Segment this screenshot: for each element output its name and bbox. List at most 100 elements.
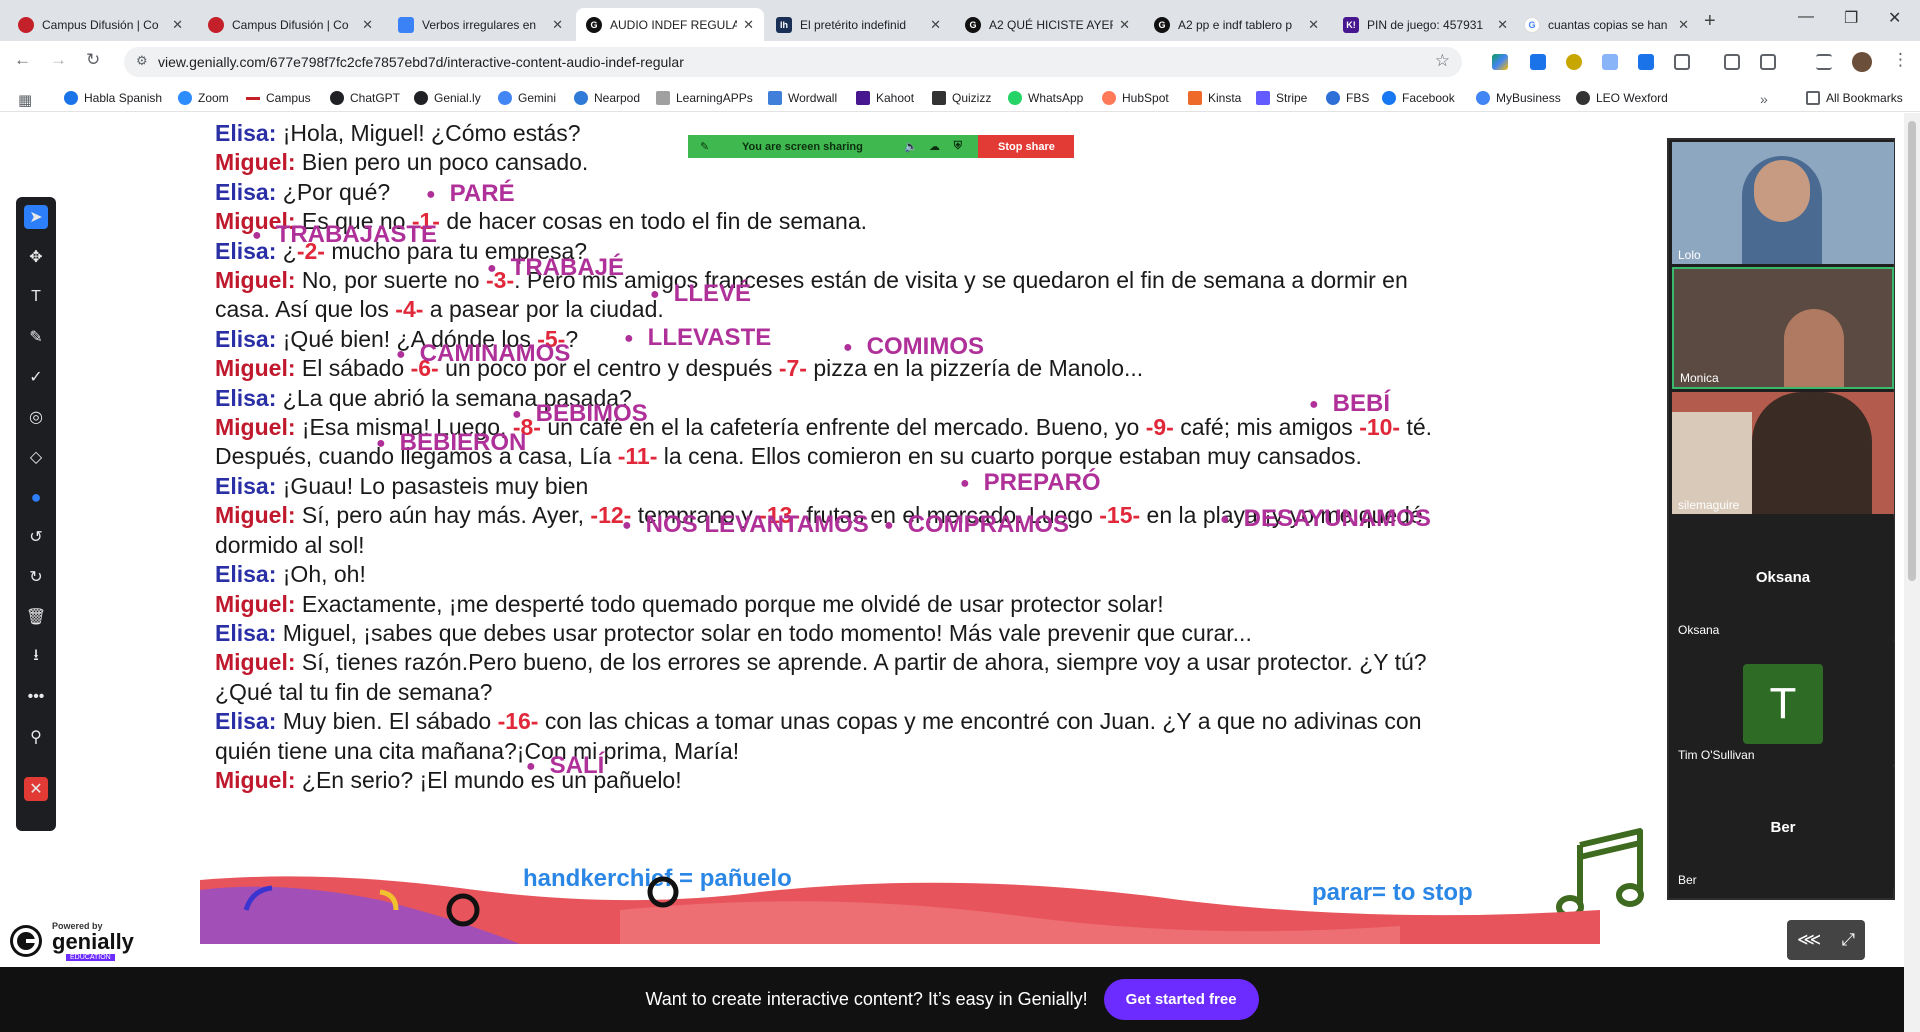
verb-chip-llevaste[interactable]: ● LLEVASTE [624, 324, 771, 352]
bookmark-chatgpt[interactable]: ChatGPT [330, 91, 400, 105]
get-started-button[interactable]: Get started free [1103, 979, 1259, 1020]
profile-avatar[interactable] [1852, 52, 1872, 72]
participant-tile[interactable]: Lolo [1672, 142, 1894, 264]
close-tab-icon[interactable]: ✕ [172, 17, 183, 33]
all-bookmarks[interactable]: All Bookmarks [1806, 91, 1903, 105]
verb-chip-lleve[interactable]: ● LLEVÉ [650, 280, 751, 308]
redo-icon[interactable]: ↻ [24, 565, 48, 589]
select-arrow-icon[interactable]: ➤ [24, 205, 48, 229]
verb-chip-comimos[interactable]: ● COMIMOS [843, 333, 984, 361]
browser-tab[interactable]: G cuantas copias se han ✕ [1514, 8, 1699, 41]
chrome-menu-icon[interactable]: ⋮ [1892, 50, 1909, 70]
verb-chip-bebi[interactable]: ● BEBÍ [1309, 390, 1390, 418]
color-picker-icon[interactable]: ● [24, 485, 48, 509]
delete-icon[interactable] [1724, 54, 1740, 70]
fullscreen-icon[interactable]: ⤢ [1841, 930, 1855, 950]
extension-icon[interactable] [1638, 54, 1654, 70]
bookmark-campus[interactable]: Campus [246, 91, 311, 105]
genially-logo[interactable]: Powered by genially EDUCATION [8, 921, 134, 961]
cast-icon[interactable] [1760, 54, 1776, 70]
bookmark-learningapps[interactable]: LearningAPPs [656, 91, 753, 105]
bookmark-wordwall[interactable]: Wordwall [768, 91, 837, 105]
shield-icon[interactable]: ⛨ [954, 140, 962, 153]
close-tab-icon[interactable]: ✕ [362, 17, 373, 33]
more-icon[interactable]: ••• [24, 685, 48, 709]
eraser-icon[interactable]: ◇ [24, 445, 48, 469]
blank-number[interactable]: -9- [1146, 414, 1174, 440]
move-icon[interactable]: ✥ [24, 245, 48, 269]
verb-chip-sali[interactable]: ● SALÍ [526, 752, 604, 780]
extension-icon[interactable] [1530, 54, 1546, 70]
close-tab-icon[interactable]: ✕ [743, 17, 754, 33]
extension-icon[interactable] [1566, 54, 1582, 70]
close-tab-icon[interactable]: ✕ [1308, 17, 1319, 33]
back-icon[interactable]: ← [14, 50, 31, 70]
verb-chip-trabaje[interactable]: ● TRABAJÉ [487, 254, 624, 282]
participant-tile[interactable]: Ber Ber [1672, 767, 1894, 889]
close-tab-icon[interactable]: ✕ [1678, 17, 1689, 33]
verb-chip-preparo[interactable]: ● PREPARÓ [960, 469, 1101, 497]
verb-chip-compramos[interactable]: ● COMPRAMOS [884, 511, 1069, 539]
bookmark-kahoot[interactable]: Kahoot [856, 91, 914, 105]
close-window-icon[interactable]: ✕ [1888, 8, 1901, 28]
verb-chip-caminamos[interactable]: ● CAMINAMOS [396, 340, 570, 368]
pin-icon[interactable]: ✎ [700, 140, 709, 153]
bookmark-zoom[interactable]: Zoom [178, 91, 229, 105]
text-tool-icon[interactable]: T [24, 285, 48, 309]
reload-icon[interactable]: ↻ [86, 50, 100, 70]
forward-icon[interactable]: → [50, 50, 67, 70]
scrollbar-thumb[interactable] [1908, 121, 1916, 581]
restore-icon[interactable]: ❐ [1844, 8, 1858, 28]
verb-chip-bebimos[interactable]: ● BEBIMOS [512, 400, 648, 428]
verb-chip-trabajaste[interactable]: ● TRABAJASTE [252, 221, 437, 249]
share-icon[interactable]: ⋘ [1797, 930, 1821, 950]
bookmark-gemini[interactable]: Gemini [498, 91, 556, 105]
browser-tab[interactable]: G A2 QUÉ HICISTE AYER ✕ [955, 8, 1140, 41]
download-icon[interactable]: ⭳ [24, 645, 48, 669]
browser-tab[interactable]: Campus Difusión | Co ✕ [198, 8, 383, 41]
stop-share-button[interactable]: Stop share [978, 135, 1074, 158]
close-tab-icon[interactable]: ✕ [930, 17, 941, 33]
browser-tab[interactable]: Verbos irregulares en ✕ [388, 8, 573, 41]
bookmark-quizizz[interactable]: Quizizz [932, 91, 991, 105]
verb-chip-desayunamos[interactable]: ● DESAYUNAMOS [1220, 505, 1431, 533]
blank-number[interactable]: -11- [618, 443, 658, 469]
participant-annotation-icon[interactable]: ⚲ [24, 725, 48, 749]
participant-tile-active-speaker[interactable]: Monica [1672, 267, 1894, 389]
close-toolbar-icon[interactable]: ✕ [24, 777, 48, 801]
site-info-icon[interactable]: ⚙ [136, 53, 148, 69]
pen-icon[interactable]: ✎ [24, 325, 48, 349]
participant-tile[interactable]: Oksana Oksana [1672, 517, 1894, 639]
bookmark-facebook[interactable]: Facebook [1382, 91, 1455, 105]
blank-number[interactable]: -15- [1099, 502, 1140, 528]
bookmark-leo-wexford[interactable]: LEO Wexford [1576, 91, 1668, 105]
verb-chip-nos-levantamos[interactable]: ● NOS LEVANTAMOS [622, 511, 869, 539]
browser-tab-active[interactable]: G AUDIO INDEF REGULA ✕ [576, 8, 764, 41]
browser-tab[interactable]: lh El pretérito indefinid ✕ [766, 8, 951, 41]
close-tab-icon[interactable]: ✕ [1497, 17, 1508, 33]
bookmark-whatsapp[interactable]: WhatsApp [1008, 91, 1083, 105]
audio-icon[interactable]: 🔈 [904, 140, 918, 153]
bookmark-stripe[interactable]: Stripe [1256, 91, 1307, 105]
close-tab-icon[interactable]: ✕ [1119, 17, 1130, 33]
page-scrollbar[interactable] [1904, 113, 1920, 1032]
bookmark-kinsta[interactable]: Kinsta [1188, 91, 1241, 105]
browser-tab[interactable]: K! PIN de juego: 457931 ✕ [1333, 8, 1518, 41]
spotlight-icon[interactable]: ◎ [24, 405, 48, 429]
cloud-icon[interactable]: ☁ [929, 140, 940, 153]
participant-tile[interactable]: T Tim O'Sullivan [1672, 642, 1894, 764]
bookmark-nearpod[interactable]: Nearpod [574, 91, 640, 105]
extensions-puzzle-icon[interactable] [1674, 54, 1690, 70]
browser-tab[interactable]: Campus Difusión | Co ✕ [8, 8, 193, 41]
minimize-icon[interactable]: — [1798, 8, 1814, 26]
extension-icon[interactable] [1602, 54, 1618, 70]
trash-icon[interactable]: 🗑 [24, 605, 48, 629]
new-tab-icon[interactable]: + [1704, 10, 1716, 33]
participant-tile[interactable]: silemaguire [1672, 392, 1894, 514]
blank-number[interactable]: -4- [395, 296, 423, 322]
bookmark-hubspot[interactable]: HubSpot [1102, 91, 1169, 105]
close-tab-icon[interactable]: ✕ [552, 17, 563, 33]
bookmark-habla-spanish[interactable]: Habla Spanish [64, 91, 162, 105]
verb-chip-pare[interactable]: ● PARÉ [426, 180, 515, 208]
stamp-check-icon[interactable]: ✓ [24, 365, 48, 389]
